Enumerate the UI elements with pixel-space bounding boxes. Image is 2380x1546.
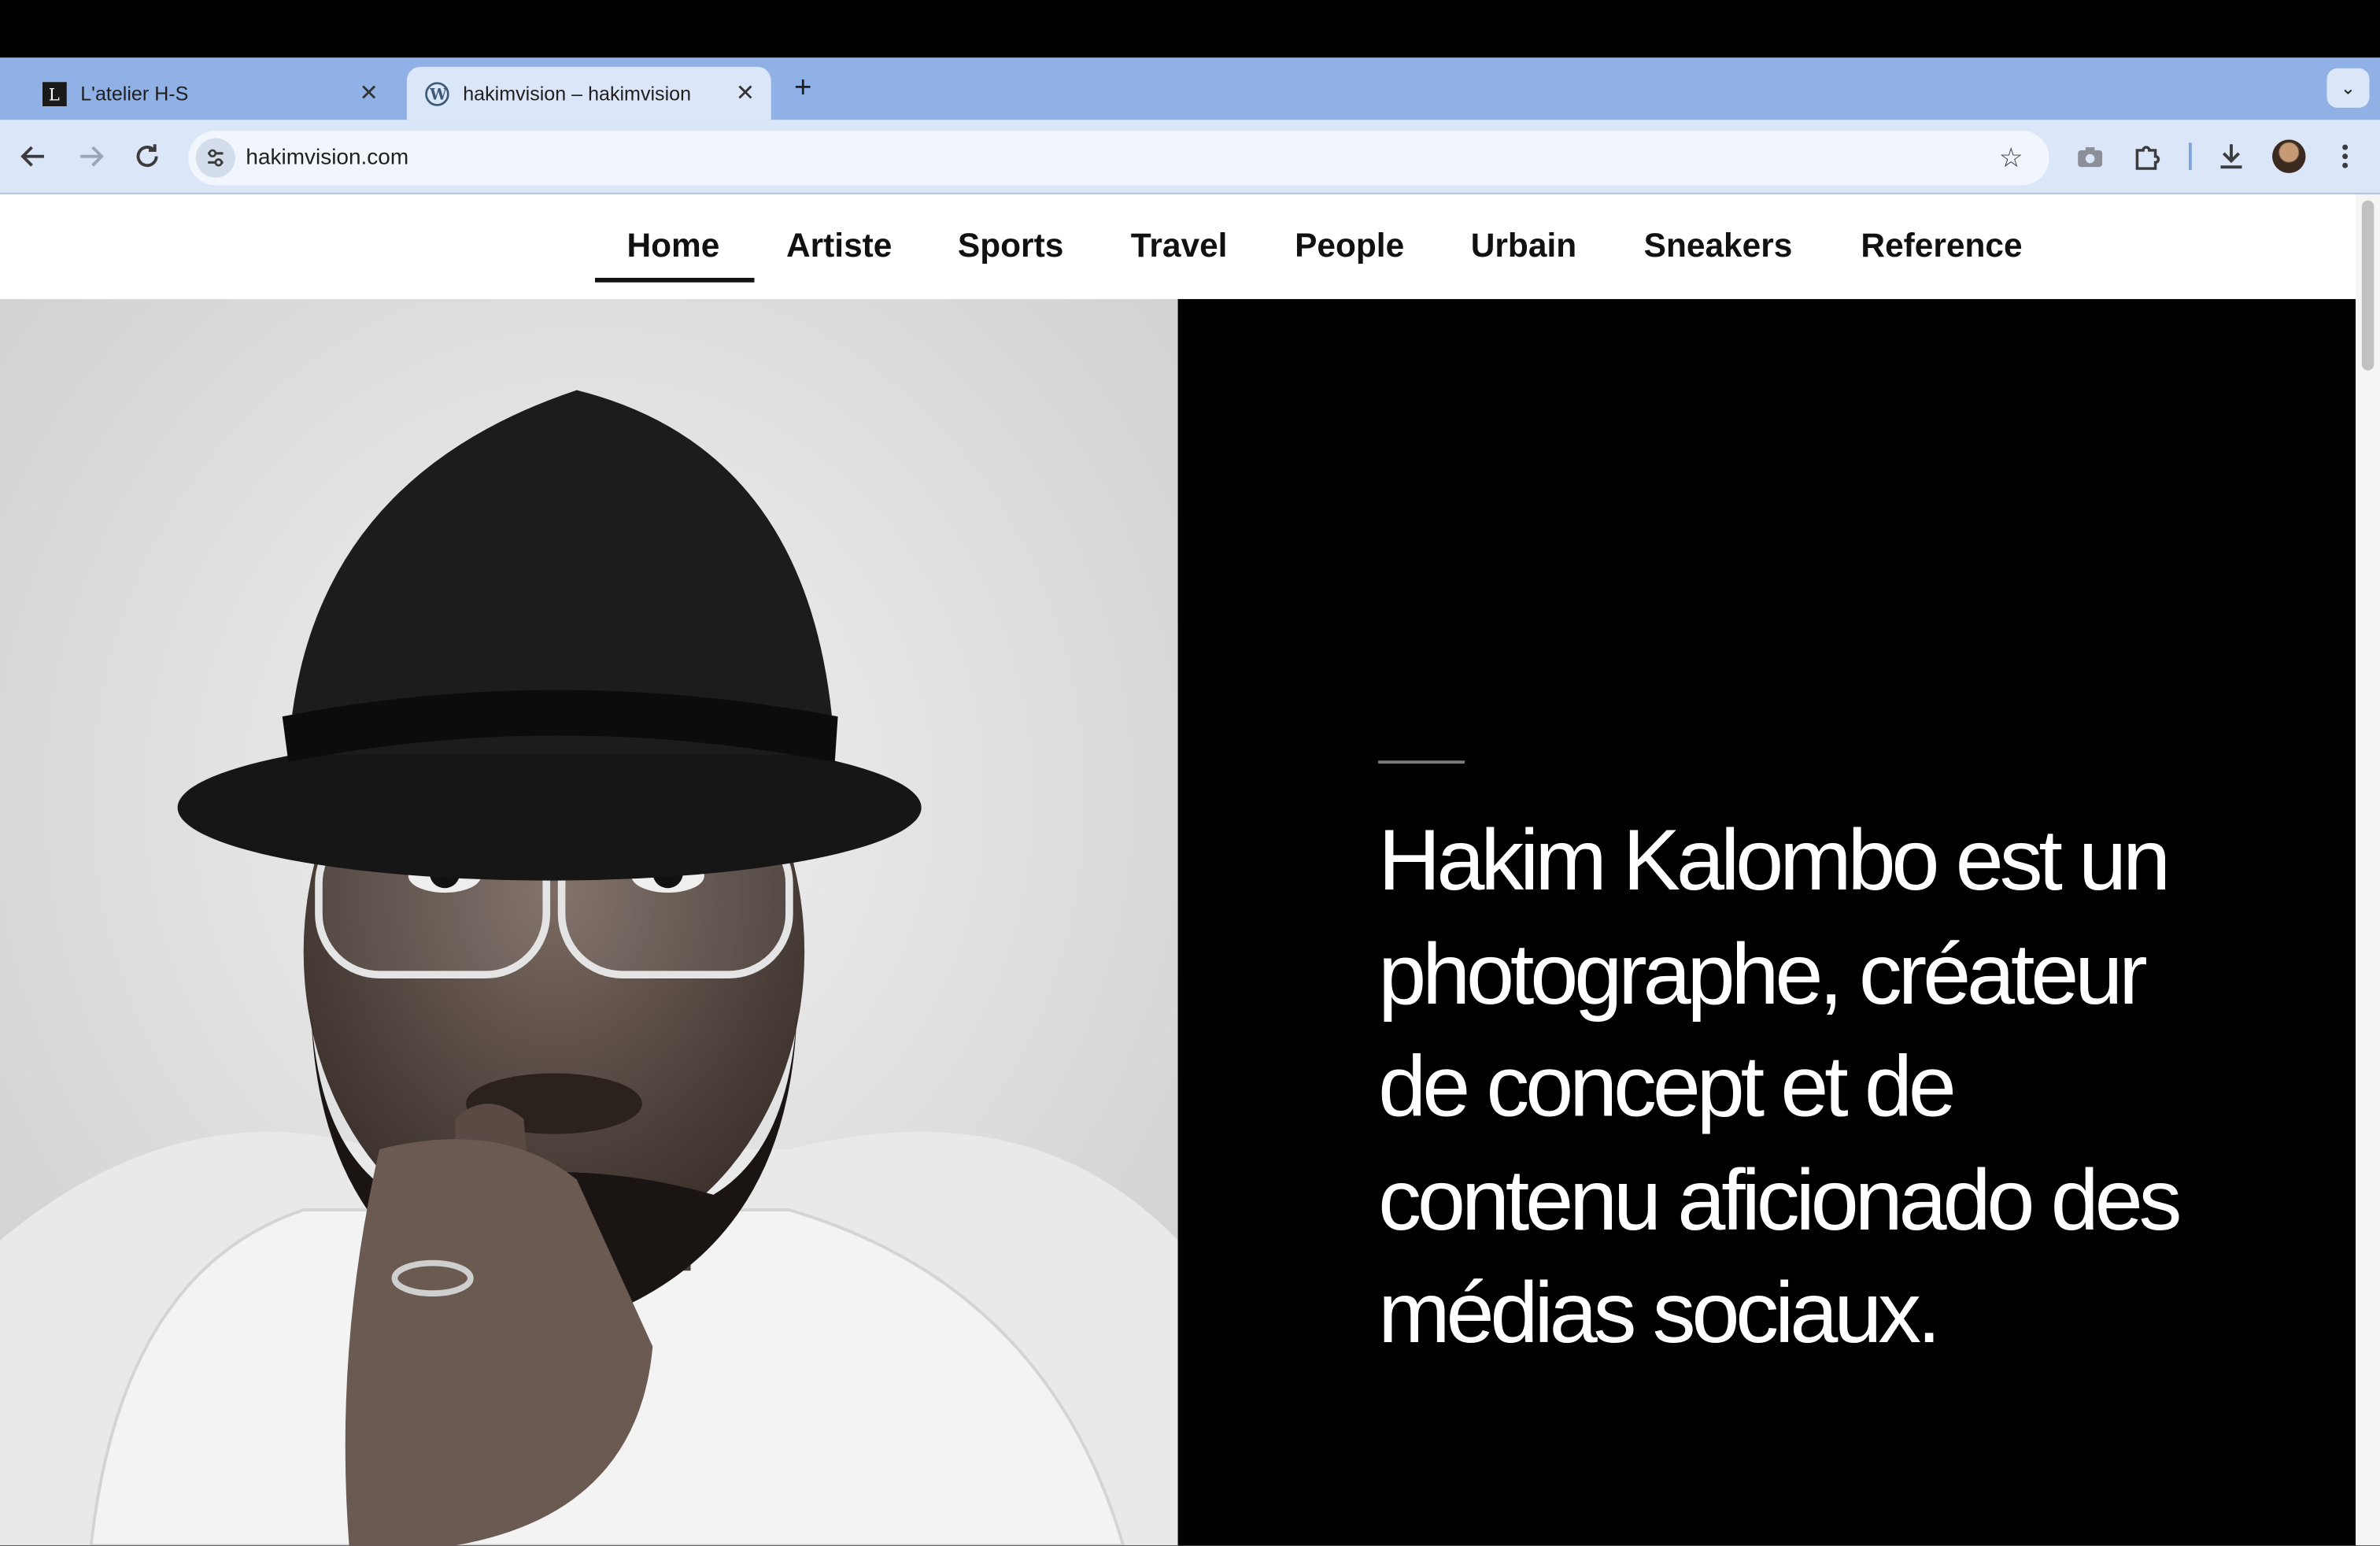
os-menu-bar [0,0,2380,58]
tab-atelier[interactable]: L L'atelier H-S ✕ [24,67,395,120]
scrollbar-thumb[interactable] [2361,200,2374,371]
bookmark-star-icon[interactable]: ☆ [1994,141,2027,174]
nav-reference[interactable]: Reference [1861,223,2022,268]
site-settings-icon[interactable] [195,138,235,178]
nav-travel[interactable]: Travel [1131,223,1228,268]
url-text: hakimvision.com [246,146,409,170]
close-icon[interactable]: ✕ [355,80,382,108]
nav-people[interactable]: People [1295,223,1404,268]
web-page: Home Artiste Sports Travel People Urbain… [0,194,2380,1546]
portrait-photo [0,298,1178,1546]
tab-strip: L L'atelier H-S ✕ W hakimvision – hakimv… [0,57,2380,120]
camera-icon[interactable] [2071,138,2108,174]
intro-text: Hakim Kalombo est un photographe, créate… [1378,812,2182,1362]
back-icon[interactable] [15,138,51,174]
atelier-logo-icon: L [42,82,67,106]
tab-hakimvision[interactable]: W hakimvision – hakimvision ✕ [406,66,771,120]
close-icon[interactable]: ✕ [732,80,759,108]
svg-text:W: W [429,85,447,103]
address-bar[interactable]: hakimvision.com ☆ [188,130,2049,186]
browser-toolbar: hakimvision.com ☆ [0,120,2380,194]
extensions-icon[interactable] [2130,138,2166,174]
active-nav-indicator [594,277,755,283]
accent-line [1378,760,1465,764]
toolbar-separator [2188,142,2192,170]
profile-avatar[interactable] [2272,139,2306,173]
nav-artiste[interactable]: Artiste [786,223,892,268]
site-navigation: Home Artiste Sports Travel People Urbain… [0,194,2356,299]
tab-title: L'atelier H-S [80,82,189,105]
new-tab-icon[interactable]: + [786,72,819,105]
download-icon[interactable] [2213,138,2249,174]
tab-search-icon[interactable]: ⌄ [2326,68,2370,108]
reload-icon[interactable] [129,138,165,174]
page-scrollbar[interactable] [2356,194,2380,1546]
wordpress-icon: W [425,82,449,106]
more-menu-icon[interactable] [2326,138,2363,174]
nav-sports[interactable]: Sports [958,223,1063,268]
nav-home[interactable]: Home [626,223,719,268]
nav-sneakers[interactable]: Sneakers [1644,223,1793,268]
forward-icon[interactable] [73,138,109,174]
svg-text:L: L [49,85,60,105]
intro-panel: Hakim Kalombo est un photographe, créate… [1177,298,2356,1546]
tab-title: hakimvision – hakimvision [463,82,692,105]
nav-urbain[interactable]: Urbain [1471,223,1576,268]
